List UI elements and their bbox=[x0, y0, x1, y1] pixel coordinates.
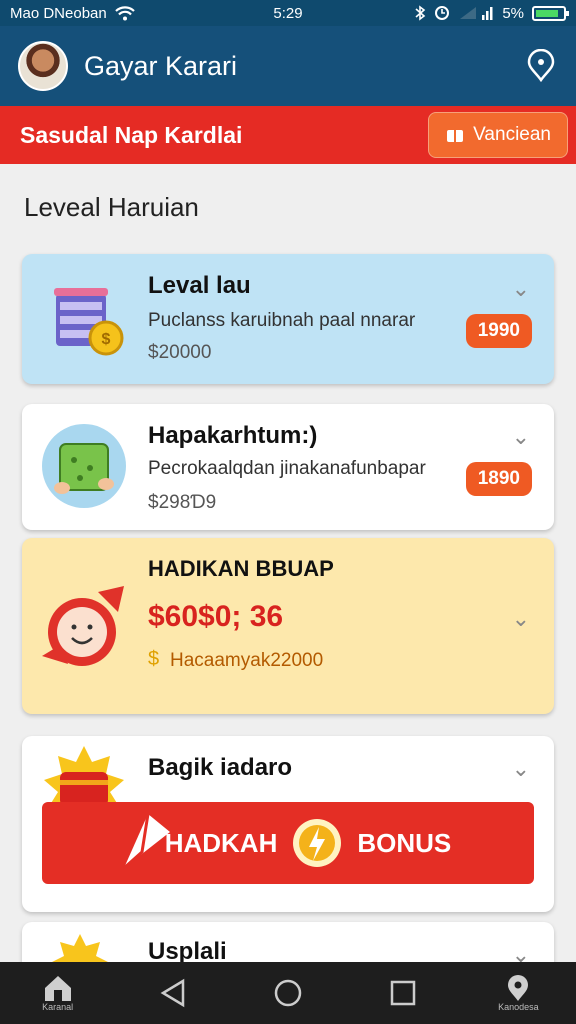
signal-icon bbox=[460, 7, 493, 20]
level-card-3[interactable]: HADIKAN BBUAP $60$0; 36 Hacaamyak22000 $… bbox=[22, 538, 554, 714]
status-bar: Mao DNeoban 5:29 5% bbox=[0, 0, 576, 26]
chevron-down-icon[interactable]: ⌄ bbox=[512, 756, 530, 782]
app-bar: Gayar Karari bbox=[0, 26, 576, 106]
lightning-coin-icon bbox=[293, 819, 342, 867]
shopping-basket-icon: $ bbox=[54, 288, 124, 356]
clock: 5:29 bbox=[273, 4, 303, 22]
wifi-icon bbox=[114, 6, 135, 21]
nav-back[interactable] bbox=[133, 978, 213, 1008]
alarm-icon bbox=[435, 6, 450, 20]
level-card-4[interactable]: Bagik iadaro ⌄ HADKAH BONUS bbox=[22, 736, 554, 912]
chevron-down-icon[interactable]: ⌄ bbox=[512, 276, 530, 302]
nav-home[interactable]: Karanal bbox=[18, 974, 98, 1012]
svg-text:$: $ bbox=[102, 331, 111, 348]
nav-location-label: Kanodesa bbox=[498, 1002, 539, 1012]
card-title: Hapakarhtum:) bbox=[148, 422, 318, 449]
promo-banner: Sasudal Nap Kardlai Vanciean bbox=[0, 106, 576, 164]
card-subtitle: Hacaamyak22000 bbox=[170, 650, 324, 671]
gift-icon bbox=[447, 130, 464, 142]
location-pin-icon[interactable] bbox=[524, 49, 558, 83]
nav-home-circle[interactable] bbox=[248, 978, 328, 1008]
banner-text: Sasudal Nap Kardlai bbox=[20, 121, 243, 148]
dollar-icon: $ bbox=[148, 648, 160, 670]
nav-home-label: Karanal bbox=[42, 1002, 74, 1012]
green-box-icon bbox=[42, 424, 126, 508]
paper-plane-icon bbox=[123, 813, 170, 870]
nav-recents[interactable] bbox=[363, 979, 443, 1007]
card-amount: $60$0; 36 bbox=[148, 600, 284, 633]
chevron-down-icon[interactable]: ⌄ bbox=[512, 606, 530, 632]
rocket-mascot-icon bbox=[42, 586, 124, 666]
level-card-2[interactable]: Hapakarhtum:) Pecrokaalqdan jinakanafunb… bbox=[22, 404, 554, 530]
carrier-label: Mao DNeoban bbox=[10, 4, 107, 22]
bonus-button[interactable]: HADKAH BONUS bbox=[42, 802, 534, 884]
nav-location[interactable]: Kanodesa bbox=[478, 974, 558, 1012]
chevron-down-icon[interactable]: ⌄ bbox=[512, 424, 530, 450]
level-card-1[interactable]: $ Leval lau Puclanss karuibnah‌ paal nna… bbox=[22, 254, 554, 384]
avatar[interactable] bbox=[18, 41, 68, 91]
app-title: Gayar Karari bbox=[84, 50, 238, 81]
bonus-left-label: HADKAH bbox=[164, 827, 278, 858]
card-title: HADIKAN BBUAP bbox=[148, 556, 334, 581]
card-badge: 1990 bbox=[465, 314, 532, 348]
battery-percent: 5% bbox=[502, 4, 524, 22]
card-badge: 1890 bbox=[465, 462, 532, 496]
location-icon bbox=[508, 975, 529, 1001]
circle-home-icon bbox=[274, 979, 302, 1007]
navigation-bar: Karanal Kanodesa bbox=[0, 962, 576, 1024]
banner-button[interactable]: Vanciean bbox=[428, 112, 568, 158]
card-title: Leval lau bbox=[148, 272, 251, 299]
back-icon bbox=[160, 978, 185, 1008]
recents-icon bbox=[390, 980, 416, 1006]
banner-button-label: Vanciean bbox=[473, 124, 551, 145]
card-subtitle: Pecrokaalqdan jinakanafunbapar bbox=[148, 458, 426, 479]
bonus-right-label: BONUS bbox=[357, 827, 452, 858]
card-title: Bagik iadaro bbox=[148, 754, 293, 781]
card-price: $20000 bbox=[148, 342, 212, 363]
home-icon bbox=[44, 976, 71, 1001]
bluetooth-icon bbox=[415, 5, 426, 21]
battery-icon bbox=[532, 5, 569, 21]
section-title: Leveal Haruian bbox=[24, 192, 199, 222]
card-price: $298Ɗ9 bbox=[148, 492, 217, 513]
card-subtitle: Puclanss karuibnah‌ paal nnarar bbox=[148, 310, 416, 331]
